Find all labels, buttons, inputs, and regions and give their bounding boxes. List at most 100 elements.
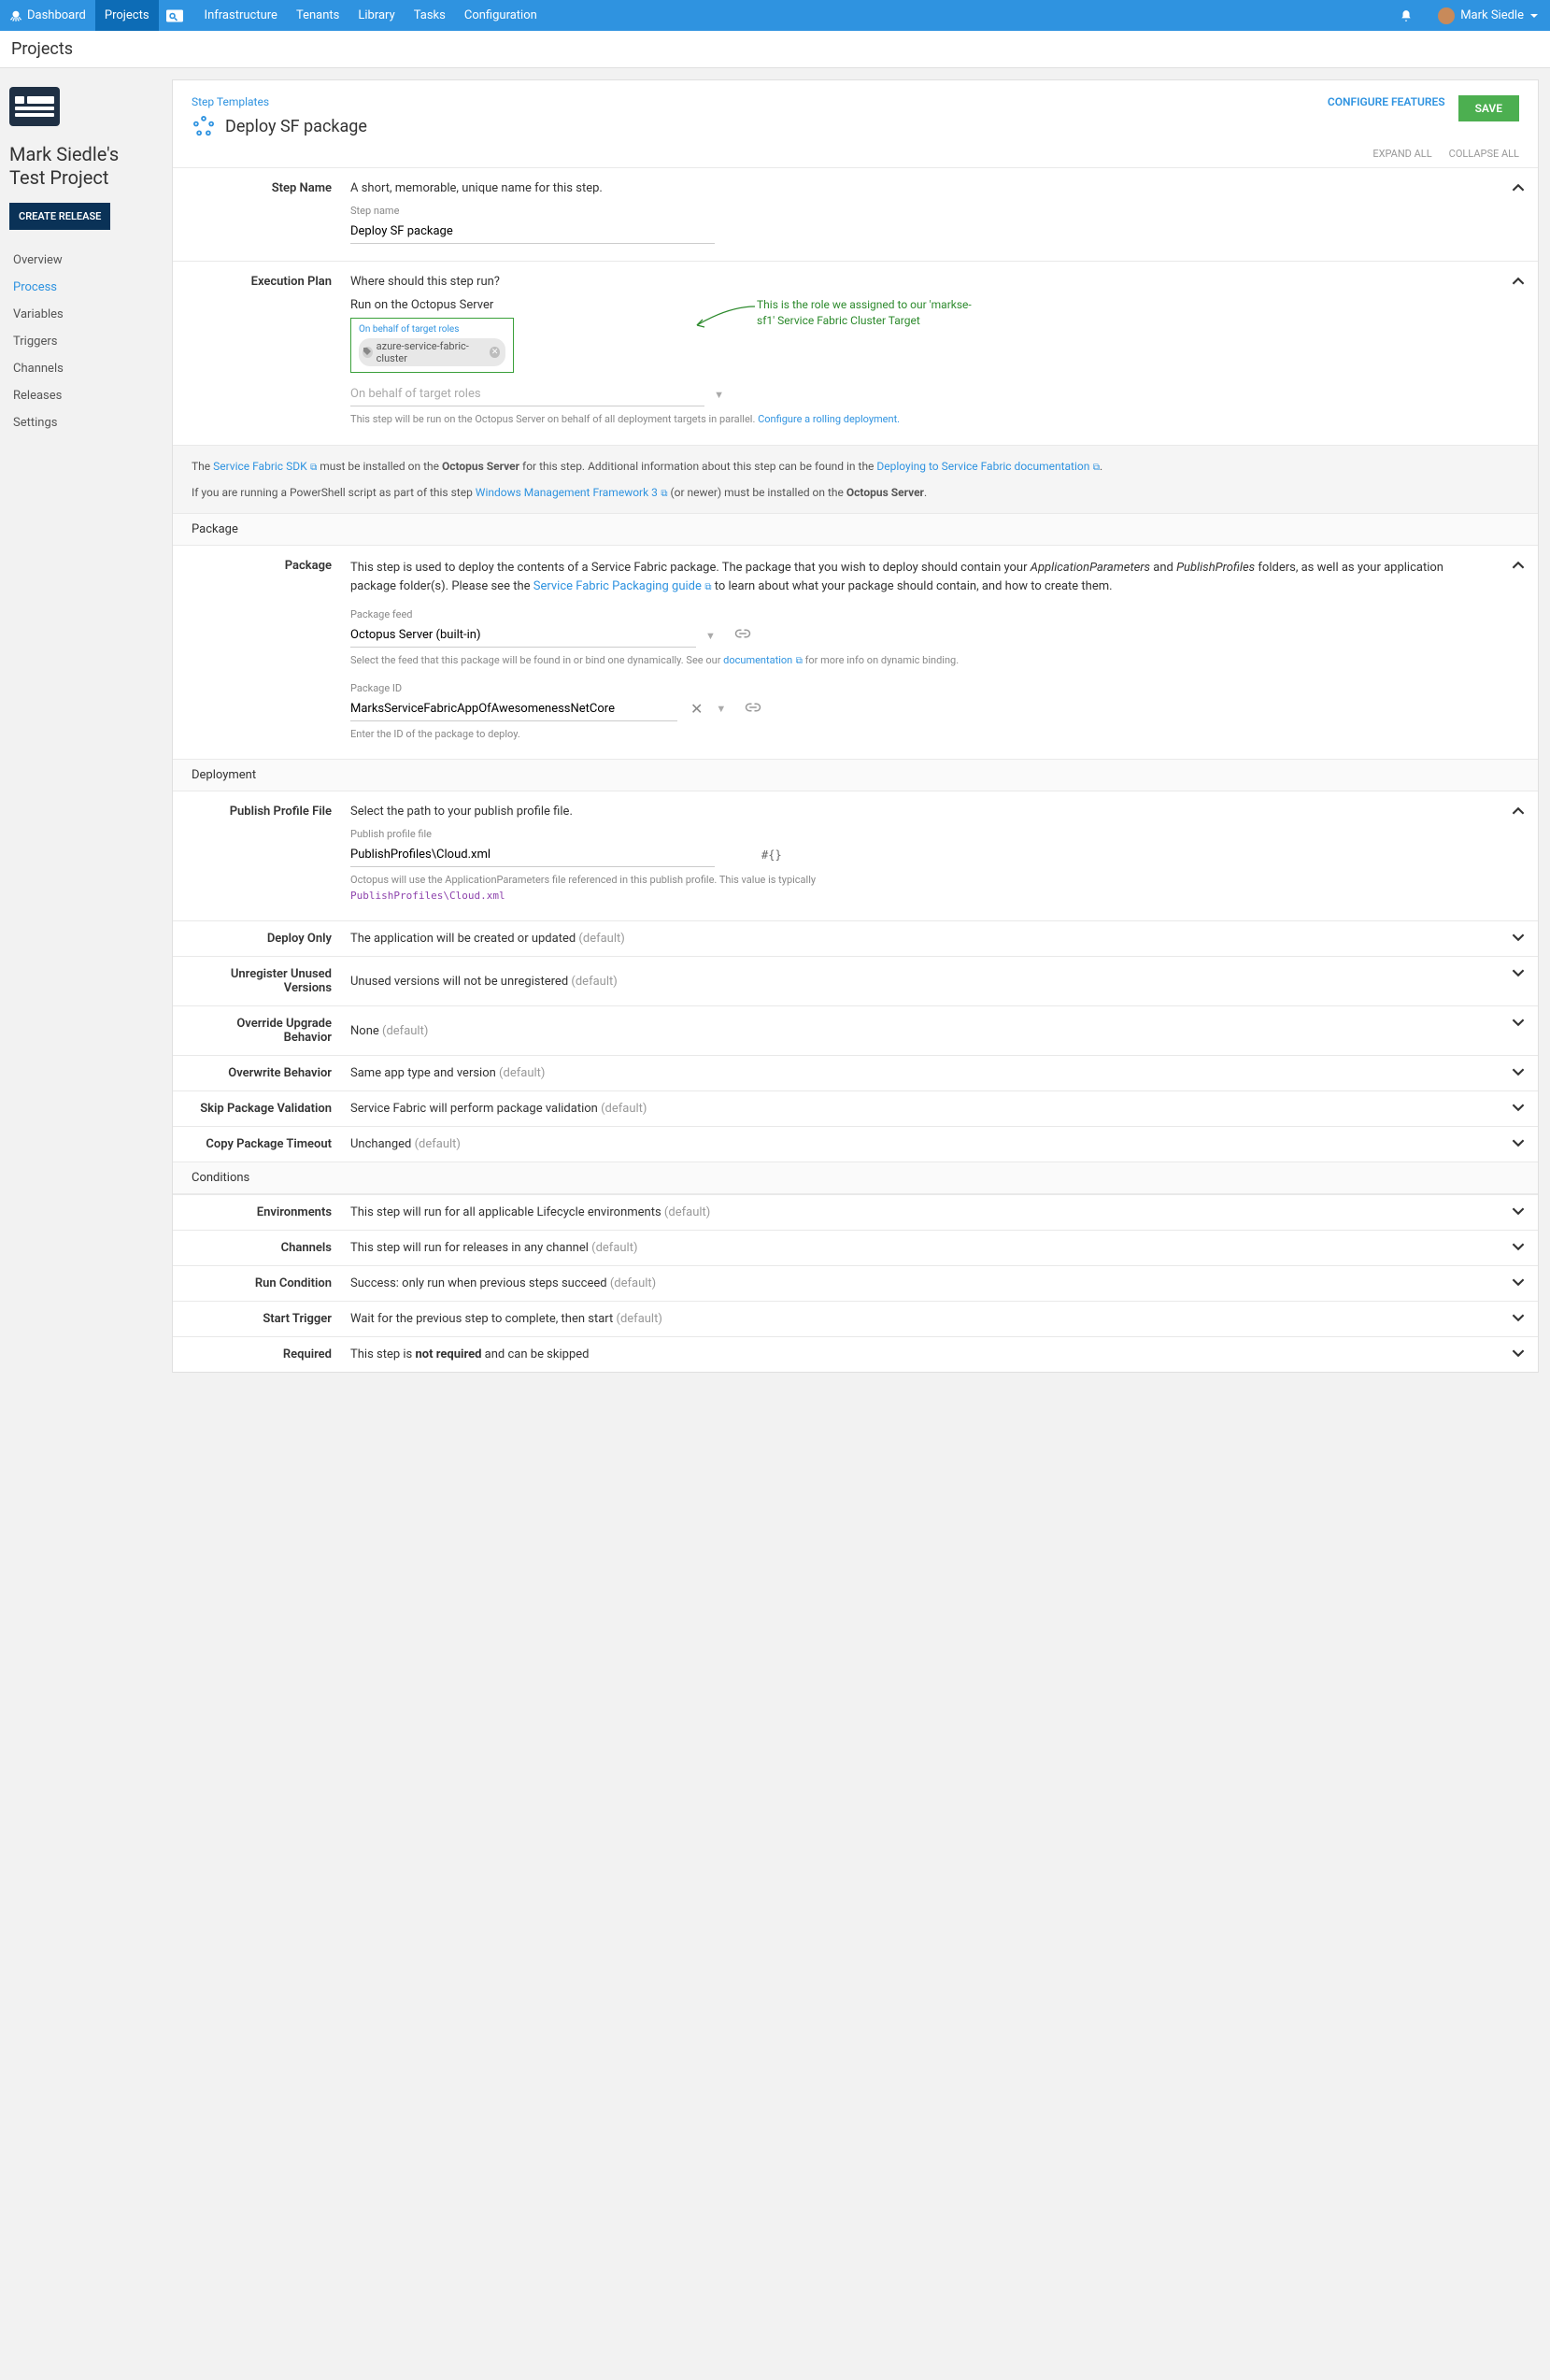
rolling-deploy-link[interactable]: Configure a rolling deployment. xyxy=(758,413,900,425)
breadcrumb[interactable]: Step Templates xyxy=(192,95,367,108)
step-editor-card: Step Templates Deploy SF package CONFIGU… xyxy=(172,79,1539,1373)
sidebar-item-triggers[interactable]: Triggers xyxy=(9,328,151,355)
sidebar-item-variables[interactable]: Variables xyxy=(9,301,151,328)
expand-all-button[interactable]: EXPAND ALL xyxy=(1372,148,1431,160)
publish-field-label: Publish profile file xyxy=(350,828,1491,840)
target-roles-box: On behalf of target roles azure-service-… xyxy=(350,318,514,373)
nav-dashboard[interactable]: Dashboard xyxy=(0,0,95,31)
row-label: Channels xyxy=(192,1241,350,1255)
sidebar-item-overview[interactable]: Overview xyxy=(9,247,151,274)
clear-button[interactable]: ✕ xyxy=(687,700,706,718)
external-link-icon: ⧉ xyxy=(1090,463,1100,473)
project-icon xyxy=(9,87,60,126)
role-chip[interactable]: azure-service-fabric-cluster ✕ xyxy=(359,338,505,366)
dropdown-arrow-icon[interactable]: ▼ xyxy=(714,389,724,401)
exec-plan-helper: This step will be run on the Octopus Ser… xyxy=(350,412,1491,428)
sidebar-item-channels[interactable]: Channels xyxy=(9,355,151,382)
row-label: Run Condition xyxy=(192,1276,350,1290)
row-label: Required xyxy=(192,1347,350,1361)
exec-plan-hint: Where should this step run? xyxy=(350,275,1491,289)
sf-sdk-link[interactable]: Service Fabric SDK ⧉ xyxy=(213,460,317,473)
expand-toggle[interactable] xyxy=(1512,1347,1525,1363)
expand-toggle[interactable] xyxy=(1512,1311,1525,1328)
configure-features-button[interactable]: CONFIGURE FEATURES xyxy=(1328,95,1445,108)
sidebar-item-releases[interactable]: Releases xyxy=(9,382,151,409)
row-label: Environments xyxy=(192,1205,350,1219)
external-link-icon: ⧉ xyxy=(703,582,712,592)
chevron-down-icon xyxy=(1529,11,1539,21)
collapse-toggle[interactable] xyxy=(1512,275,1525,292)
feed-docs-link[interactable]: documentation ⧉ xyxy=(723,654,803,666)
nav-configuration[interactable]: Configuration xyxy=(455,0,547,31)
page-title: Projects xyxy=(11,39,73,59)
expand-toggle[interactable] xyxy=(1512,1136,1525,1153)
nav-tasks[interactable]: Tasks xyxy=(405,0,455,31)
nav-projects[interactable]: Projects xyxy=(95,0,159,31)
external-link-icon: ⧉ xyxy=(793,656,803,666)
expand-toggle[interactable] xyxy=(1512,1204,1525,1221)
nav-library[interactable]: Library xyxy=(348,0,404,31)
nav-label: Infrastructure xyxy=(205,8,277,22)
row-label: Copy Package Timeout xyxy=(192,1137,350,1151)
user-menu[interactable]: Mark Siedle xyxy=(1427,7,1550,24)
dropdown-arrow-icon[interactable]: ▼ xyxy=(705,630,716,642)
dropdown-arrow-icon[interactable]: ▼ xyxy=(716,703,726,715)
role-chip-label: azure-service-fabric-cluster xyxy=(377,340,487,364)
page-header: Projects xyxy=(0,31,1550,68)
project-title: Mark Siedle's Test Project xyxy=(9,143,151,190)
nav-label: Configuration xyxy=(464,8,537,22)
sidebar: Mark Siedle's Test Project CREATE RELEAS… xyxy=(0,68,161,1373)
sidebar-item-settings[interactable]: Settings xyxy=(9,409,151,436)
variable-token-button[interactable]: #{} xyxy=(761,848,782,862)
wmf-link[interactable]: Windows Management Framework 3 ⧉ xyxy=(476,486,668,499)
expand-toggle[interactable] xyxy=(1512,931,1525,948)
nav-label: Projects xyxy=(105,8,149,22)
feed-input[interactable] xyxy=(350,623,696,648)
external-link-icon: ⧉ xyxy=(659,489,668,499)
create-release-button[interactable]: CREATE RELEASE xyxy=(9,203,110,230)
nav-infrastructure[interactable]: Infrastructure xyxy=(195,0,287,31)
package-id-input[interactable] xyxy=(350,697,677,721)
sidebar-item-process[interactable]: Process xyxy=(9,274,151,301)
nav-label: Library xyxy=(358,8,394,22)
row-label: Override Upgrade Behavior xyxy=(192,1017,350,1045)
bind-variable-button[interactable] xyxy=(734,628,751,643)
publish-hint: Select the path to your publish profile … xyxy=(350,805,1491,819)
exec-plan-label: Execution Plan xyxy=(192,275,350,428)
step-name-field-label: Step name xyxy=(350,205,1491,217)
nav-tenants[interactable]: Tenants xyxy=(287,0,348,31)
nav-search[interactable] xyxy=(159,0,195,31)
expand-toggle[interactable] xyxy=(1512,1101,1525,1118)
step-title: Deploy SF package xyxy=(225,117,367,136)
target-roles-input[interactable] xyxy=(350,382,704,406)
pkgid-field-label: Package ID xyxy=(350,682,1491,694)
bind-variable-button[interactable] xyxy=(745,702,761,717)
collapse-all-button[interactable]: COLLAPSE ALL xyxy=(1449,148,1519,160)
save-button[interactable]: SAVE xyxy=(1458,95,1519,121)
remove-chip-button[interactable]: ✕ xyxy=(490,347,500,358)
expand-toggle[interactable] xyxy=(1512,1240,1525,1257)
step-name-label: Step Name xyxy=(192,181,350,244)
package-label: Package xyxy=(192,559,350,742)
publish-profile-input[interactable] xyxy=(350,843,715,867)
expand-toggle[interactable] xyxy=(1512,966,1525,983)
user-name: Mark Siedle xyxy=(1460,8,1524,22)
nav-label: Dashboard xyxy=(27,8,86,22)
collapse-toggle[interactable] xyxy=(1512,559,1525,576)
notifications-button[interactable] xyxy=(1390,0,1427,31)
expand-toggle[interactable] xyxy=(1512,1065,1525,1082)
group-header-deployment: Deployment xyxy=(173,759,1538,791)
collapse-toggle[interactable] xyxy=(1512,805,1525,821)
search-box-icon xyxy=(166,9,183,22)
expand-toggle[interactable] xyxy=(1512,1276,1525,1292)
group-header-package: Package xyxy=(173,513,1538,546)
sf-docs-link[interactable]: Deploying to Service Fabric documentatio… xyxy=(876,460,1100,473)
octopus-icon xyxy=(9,9,22,22)
step-name-input[interactable] xyxy=(350,220,715,244)
collapse-toggle[interactable] xyxy=(1512,181,1525,198)
group-header-conditions: Conditions xyxy=(173,1161,1538,1194)
row-label: Deploy Only xyxy=(192,932,350,946)
expand-toggle[interactable] xyxy=(1512,1016,1525,1033)
sf-packaging-link[interactable]: Service Fabric Packaging guide ⧉ xyxy=(533,579,712,593)
info-box: The Service Fabric SDK ⧉ must be install… xyxy=(173,445,1538,514)
